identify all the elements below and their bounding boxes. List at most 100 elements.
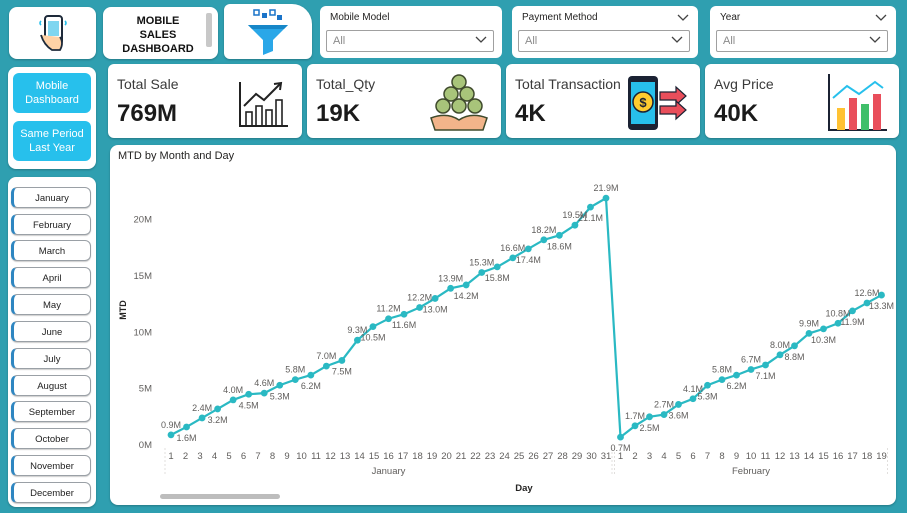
month-button-september[interactable]: September [11,401,91,422]
x-tick-label: 15 [818,451,829,462]
data-label: 21.1M [578,213,603,223]
data-point [660,411,668,418]
x-tick-label: 24 [499,451,510,462]
data-label: 2.4M [192,403,212,413]
data-point [229,396,237,404]
x-tick-label: 17 [847,451,858,462]
data-label: 11.9M [840,317,864,327]
mtd-line-chart[interactable]: 0M5M10M15M20MMTD1 2 3 4 5 6 7 8 9 10 11 12 13 14 15 16 1… [110,145,896,505]
same-period-last-year-button[interactable]: Same Period Last Year [13,121,91,161]
kpi-value: 19K [316,100,361,127]
x-tick-label: 14 [804,451,815,462]
data-label: 7.5M [332,366,352,376]
data-label: 13.9M [438,273,463,283]
x-tick-label: 9 [734,451,739,462]
data-label: 3.2M [208,415,228,425]
month-button-january[interactable]: January [11,187,91,208]
month-button-december[interactable]: December [11,482,91,503]
data-point [276,381,284,389]
month-button-november[interactable]: November [11,455,91,476]
mobile-model-slicer[interactable]: Mobile Model All [320,6,502,58]
month-button-february[interactable]: February [11,214,91,235]
data-label: 0.7M [610,443,630,453]
data-point [245,390,253,398]
chevron-down-icon [869,36,881,43]
x-tick-label: 3 [647,451,652,462]
kpi-label: Total Sale [117,76,179,92]
payment-method-dropdown[interactable]: All [518,30,690,52]
data-label: 3.6M [668,410,688,420]
y-tick-label: 20M [134,215,153,226]
data-label: 8.8M [784,352,804,362]
year-slicer[interactable]: Year All [710,6,896,58]
month-button-october[interactable]: October [11,428,91,449]
data-point [587,203,594,211]
data-point [675,401,682,408]
payment-method-slicer[interactable]: Payment Method All [512,6,698,58]
kpi-card-avg-price: Avg Price 40K [705,64,899,138]
phone-logo-tile [9,7,96,59]
page-title: MOBILE SALES DASHBOARD [122,15,194,55]
x-tick-label: 10 [746,451,757,462]
data-label: 5.8M [712,365,732,375]
month-button-august[interactable]: August [11,375,91,396]
month-button-march[interactable]: March [11,240,91,261]
data-label: 2.5M [639,423,659,433]
data-label: 13.0M [423,304,448,314]
x-tick-label: 18 [412,451,423,462]
data-point [462,281,470,289]
month-button-july[interactable]: July [11,348,91,369]
data-label: 14.2M [454,291,479,301]
x-axis-label: Day [515,483,533,494]
x-tick-label: 15 [369,451,380,462]
data-point [555,231,563,239]
x-tick-label: 19 [876,451,887,462]
x-tick-label: 19 [427,451,438,462]
data-label: 21.9M [593,183,618,193]
data-label: 15.8M [485,273,510,283]
chevron-down-icon[interactable] [874,12,888,24]
x-tick-label: 2 [632,451,637,462]
x-tick-label: 18 [862,451,873,462]
x-tick-label: 4 [212,451,217,462]
x-tick-label: 6 [241,451,246,462]
funnel-filter-icon [248,8,288,55]
month-button-april[interactable]: April [11,267,91,288]
data-point [431,295,439,302]
data-label: 12.6M [854,288,879,298]
x-tick-label: 1 [168,451,173,462]
y-axis-label: MTD [118,300,128,320]
data-point [617,433,624,441]
month-slicer-panel: January February March April May June Ju… [8,177,96,507]
x-tick-label: 2 [183,451,188,462]
horizontal-scrollbar[interactable] [160,494,280,499]
data-point [747,366,755,373]
x-tick-label: 23 [485,451,496,462]
x-tick-label: 5 [226,451,231,462]
data-label: 7.0M [316,351,336,361]
mobile-dashboard-button[interactable]: Mobile Dashboard [13,73,91,113]
title-scrollbar[interactable] [206,13,212,47]
y-tick-label: 15M [134,271,153,282]
data-point [733,371,740,379]
data-point [689,395,697,403]
data-point [718,376,726,384]
kpi-value: 769M [117,100,178,127]
month-button-june[interactable]: June [11,321,91,342]
month-button-may[interactable]: May [11,294,91,315]
x-tick-label: 17 [398,451,409,462]
filter-tile[interactable] [224,4,312,59]
year-dropdown[interactable]: All [716,30,888,52]
slicer-title: Mobile Model [330,12,390,23]
chevron-down-icon [475,36,487,43]
x-tick-label: 14 [354,451,365,462]
x-group-label: January [372,466,406,477]
slicer-value: All [525,35,538,47]
data-point [198,414,206,422]
data-point [493,263,501,271]
mobile-model-dropdown[interactable]: All [326,30,494,52]
y-tick-label: 0M [139,440,152,451]
x-tick-label: 12 [775,451,786,462]
x-tick-label: 4 [661,451,666,462]
chevron-down-icon[interactable] [676,12,690,24]
